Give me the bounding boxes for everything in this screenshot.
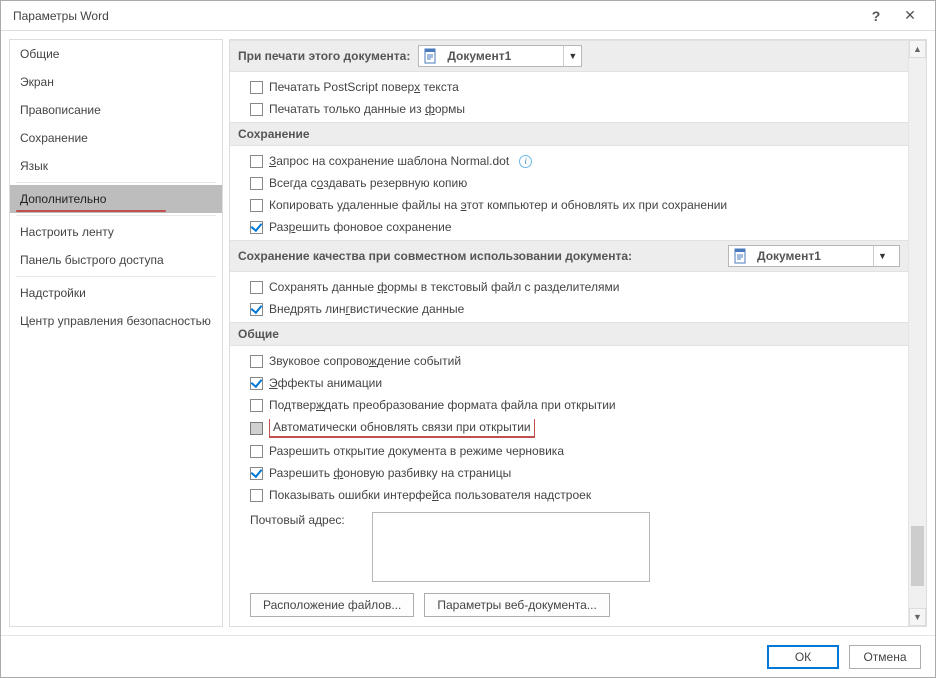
scroll-up-button[interactable]: ▲: [909, 40, 926, 58]
sidebar-separator: [16, 215, 216, 216]
mail-address-label: Почтовый адрес:: [250, 512, 360, 528]
option-label: Показывать ошибки интерфейса пользовател…: [269, 487, 591, 503]
sidebar-item-customize-ribbon[interactable]: Настроить ленту: [10, 218, 222, 246]
option-label: Запрос на сохранение шаблона Normal.dot: [269, 153, 509, 169]
checkbox-postscript[interactable]: [250, 81, 263, 94]
mail-address-textarea[interactable]: [372, 512, 650, 582]
file-locations-button[interactable]: Расположение файлов...: [250, 593, 414, 617]
option-label: Печатать PostScript поверх текста: [269, 79, 459, 95]
window-title: Параметры Word: [9, 9, 859, 23]
info-icon[interactable]: i: [519, 155, 532, 168]
content-scroll-area: При печати этого документа: Документ1 ▼ …: [230, 40, 908, 626]
titlebar: Параметры Word ? ✕: [1, 1, 935, 31]
section-print-document: При печати этого документа: Документ1 ▼: [230, 40, 908, 72]
option-label: Печатать только данные из формы: [269, 101, 465, 117]
checkbox-normal-dot-prompt[interactable]: [250, 155, 263, 168]
close-icon: ✕: [904, 7, 916, 24]
sidebar-item-trust-center[interactable]: Центр управления безопасностью: [10, 307, 222, 335]
print-options-group: Печатать PostScript поверх текста Печата…: [230, 72, 908, 122]
option-label: Звуковое сопровождение событий: [269, 353, 461, 369]
checkbox-backup-copy[interactable]: [250, 177, 263, 190]
scroll-track[interactable]: [909, 58, 926, 608]
option-label: Подтверждать преобразование формата файл…: [269, 397, 616, 413]
dialog-footer: ОК Отмена: [1, 635, 935, 677]
sidebar-item-addins[interactable]: Надстройки: [10, 279, 222, 307]
option-label-highlighted: Автоматически обновлять связи при открыт…: [269, 419, 535, 437]
sidebar-item-save[interactable]: Сохранение: [10, 124, 222, 152]
section-title: Общие: [238, 327, 279, 341]
option-label: Копировать удаленные файлы на этот компь…: [269, 197, 727, 213]
sidebar-item-proofing[interactable]: Правописание: [10, 96, 222, 124]
save-options-group: Запрос на сохранение шаблона Normal.dot i…: [230, 146, 908, 240]
print-document-dropdown[interactable]: Документ1 ▼: [418, 45, 582, 67]
close-button[interactable]: ✕: [893, 1, 927, 30]
document-icon: [421, 47, 441, 65]
option-label: Всегда создавать резервную копию: [269, 175, 467, 191]
checkbox-embed-linguistic[interactable]: [250, 303, 263, 316]
checkbox-form-data-only[interactable]: [250, 103, 263, 116]
section-general: Общие: [230, 322, 908, 346]
option-label: Эффекты анимации: [269, 375, 382, 391]
options-dialog: Параметры Word ? ✕ Общие Экран Правописа…: [0, 0, 936, 678]
fidelity-options-group: Сохранять данные формы в текстовый файл …: [230, 272, 908, 322]
sidebar-item-display[interactable]: Экран: [10, 68, 222, 96]
scroll-down-button[interactable]: ▼: [909, 608, 926, 626]
option-label: Внедрять лингвистические данные: [269, 301, 464, 317]
checkbox-background-repaginate[interactable]: [250, 467, 263, 480]
dialog-body: Общие Экран Правописание Сохранение Язык…: [1, 31, 935, 635]
sidebar-item-quick-access[interactable]: Панель быстрого доступа: [10, 246, 222, 274]
sidebar-separator: [16, 182, 216, 183]
checkbox-background-save[interactable]: [250, 221, 263, 234]
section-fidelity: Сохранение качества при совместном испол…: [230, 240, 908, 272]
help-button[interactable]: ?: [859, 1, 893, 30]
sidebar-item-general[interactable]: Общие: [10, 40, 222, 68]
dropdown-value: Документ1: [443, 49, 563, 63]
checkbox-animation[interactable]: [250, 377, 263, 390]
sidebar-item-language[interactable]: Язык: [10, 152, 222, 180]
ok-button[interactable]: ОК: [767, 645, 839, 669]
fidelity-document-dropdown[interactable]: Документ1 ▼: [728, 245, 900, 267]
web-options-button[interactable]: Параметры веб-документа...: [424, 593, 609, 617]
option-label: Сохранять данные формы в текстовый файл …: [269, 279, 619, 295]
checkbox-save-form-data-txt[interactable]: [250, 281, 263, 294]
section-title: Сохранение качества при совместном испол…: [238, 249, 632, 263]
checkbox-addin-ui-errors[interactable]: [250, 489, 263, 502]
scroll-thumb[interactable]: [911, 526, 924, 586]
section-title: Сохранение: [238, 127, 310, 141]
checkbox-copy-remote-files[interactable]: [250, 199, 263, 212]
content-pane: При печати этого документа: Документ1 ▼ …: [229, 39, 927, 627]
vertical-scrollbar[interactable]: ▲ ▼: [908, 40, 926, 626]
option-label: Разрешить фоновую разбивку на страницы: [269, 465, 511, 481]
cancel-button[interactable]: Отмена: [849, 645, 921, 669]
sidebar-item-advanced[interactable]: Дополнительно: [10, 185, 222, 213]
document-icon: [731, 247, 751, 265]
checkbox-sound-events[interactable]: [250, 355, 263, 368]
option-label: Разрешить открытие документа в режиме че…: [269, 443, 564, 459]
checkbox-update-links[interactable]: [250, 422, 263, 435]
sidebar-separator: [16, 276, 216, 277]
general-options-group: Звуковое сопровождение событий Эффекты а…: [230, 346, 908, 622]
checkbox-open-draft[interactable]: [250, 445, 263, 458]
chevron-down-icon: ▼: [563, 46, 581, 66]
checkbox-confirm-conversion[interactable]: [250, 399, 263, 412]
option-label: Разрешить фоновое сохранение: [269, 219, 452, 235]
section-save: Сохранение: [230, 122, 908, 146]
section-title: При печати этого документа:: [238, 49, 410, 63]
category-sidebar: Общие Экран Правописание Сохранение Язык…: [9, 39, 223, 627]
dropdown-value: Документ1: [753, 249, 873, 263]
chevron-down-icon: ▼: [873, 246, 891, 266]
